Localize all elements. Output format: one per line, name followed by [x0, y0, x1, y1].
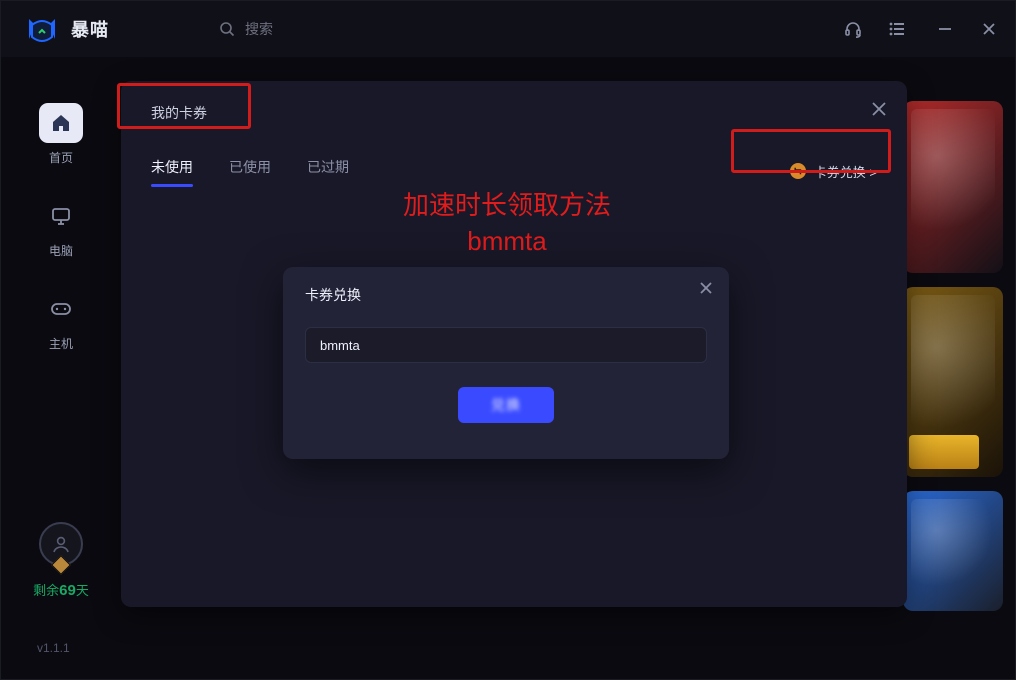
sidebar-item-console[interactable]: 主机: [38, 289, 84, 352]
game-card[interactable]: M: [903, 287, 1003, 476]
panel-title: 我的卡券: [151, 103, 877, 123]
redeem-link-label: 卡券兑换 >: [814, 162, 877, 181]
title-bar: 暴喵 搜索: [1, 1, 1015, 57]
coin-icon: ≒: [790, 163, 806, 179]
tab-expired[interactable]: 已过期: [307, 157, 349, 185]
version-label: v1.1.1: [37, 641, 70, 655]
sidebar-item-label: 主机: [49, 335, 73, 352]
remaining-days: 剩余69天: [33, 580, 89, 599]
search-icon: [219, 21, 235, 37]
redeem-submit-label: 兑换: [491, 395, 521, 415]
game-card[interactable]: [903, 491, 1003, 612]
sidebar-item-pc[interactable]: 电脑: [38, 196, 84, 259]
app-title: 暴喵: [71, 16, 109, 42]
minimize-button[interactable]: [937, 21, 953, 37]
app-logo: [23, 10, 61, 48]
redeem-coupon-link[interactable]: ≒ 卡券兑换 >: [790, 162, 877, 181]
sidebar-item-home[interactable]: 首页: [38, 103, 84, 166]
sidebar-account: 剩余69天: [33, 522, 89, 599]
sidebar-item-label: 电脑: [49, 242, 73, 259]
redeem-modal: 卡券兑换 兑换: [283, 267, 729, 459]
redeem-code-input[interactable]: [305, 327, 707, 363]
panel-tabs: 未使用 已使用 已过期 ≒ 卡券兑换 >: [151, 157, 877, 185]
avatar[interactable]: [39, 522, 83, 566]
sidebar: 首页 电脑 主机 剩余: [1, 57, 121, 679]
modal-title: 卡券兑换: [305, 285, 707, 305]
game-card-strip: M: [903, 101, 1003, 611]
game-card[interactable]: [903, 101, 1003, 273]
headset-icon[interactable]: [843, 19, 863, 39]
sidebar-item-label: 首页: [49, 149, 73, 166]
window-controls: [937, 21, 997, 37]
menu-list-icon[interactable]: [887, 19, 907, 39]
tab-used[interactable]: 已使用: [229, 157, 271, 185]
tab-unused[interactable]: 未使用: [151, 157, 193, 185]
close-button[interactable]: [981, 21, 997, 37]
search-box[interactable]: 搜索: [219, 19, 273, 39]
top-icon-group: [843, 19, 907, 39]
redeem-submit-button[interactable]: 兑换: [458, 387, 554, 423]
vip-badge-icon: [51, 555, 71, 575]
panel-close-button[interactable]: [871, 101, 887, 122]
search-placeholder: 搜索: [245, 19, 273, 39]
modal-close-button[interactable]: [699, 281, 713, 300]
